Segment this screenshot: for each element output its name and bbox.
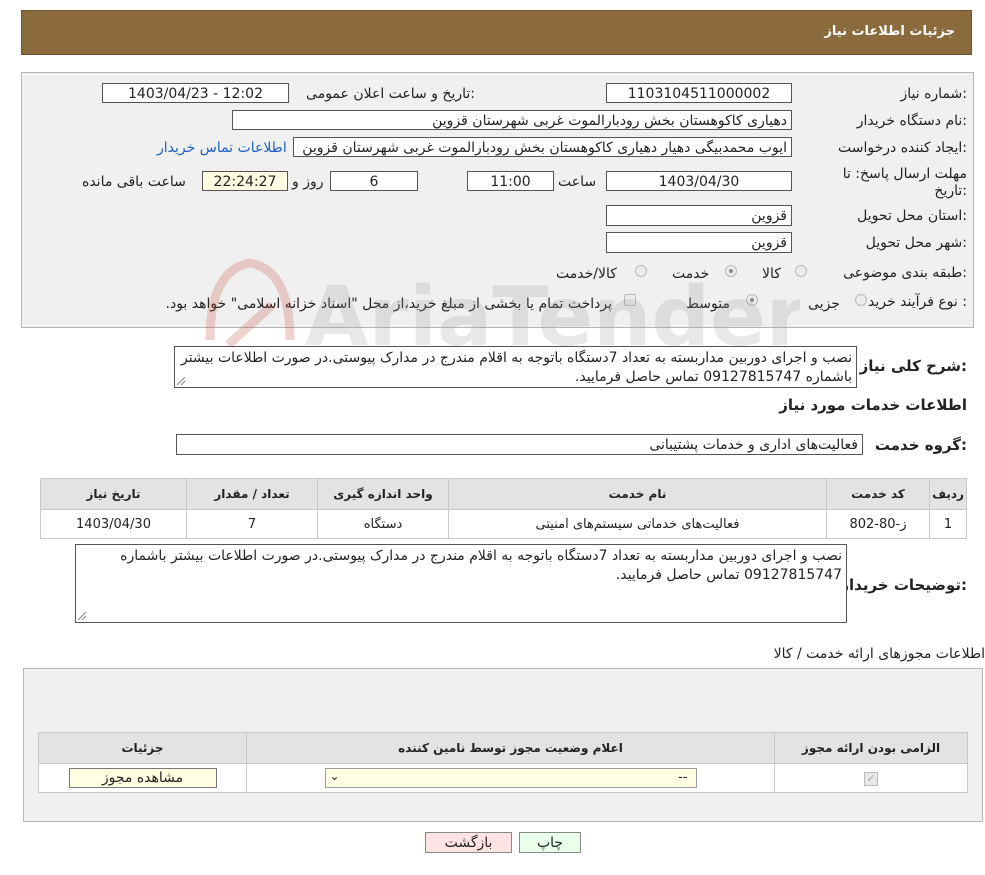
summary-textarea[interactable]: نصب و اجرای دوربین مداربسته به تعداد 7دس… — [174, 346, 857, 388]
service-group-field: فعالیت‌های اداری و خدمات پشتیبانی — [176, 434, 863, 455]
province-label: استان محل تحویل: — [857, 208, 967, 224]
category-radio-service[interactable] — [725, 265, 737, 277]
city-label: شهر محل تحویل: — [865, 235, 967, 251]
unit-cell: دستگاه — [317, 509, 449, 539]
category-label: طبقه بندی موضوعی: — [843, 265, 967, 281]
page-title: جزئیات اطلاعات نیاز — [824, 24, 955, 39]
buyer-notes-textarea[interactable]: نصب و اجرای دوربین مداربسته به تعداد 7دس… — [75, 544, 847, 623]
resize-grip-icon[interactable] — [177, 377, 185, 385]
need-date-cell: 1403/04/30 — [40, 509, 187, 539]
deadline-label-line2: تاریخ: — [934, 183, 967, 199]
deadline-label-line1: مهلت ارسال پاسخ: تا — [842, 166, 967, 182]
permit-required-checkbox: ✓ — [864, 771, 878, 786]
process-label: نوع فرآیند خرید : — [868, 294, 967, 310]
permit-required-cell: ✓ — [774, 763, 968, 793]
back-button[interactable]: بازگشت — [425, 832, 512, 853]
remaining-time-field: 22:24:27 — [202, 171, 288, 191]
buyer-org-label: نام دستگاه خریدار: — [856, 113, 967, 129]
deadline-time-field: 11:00 — [467, 171, 554, 191]
category-goods-label: کالا — [762, 266, 781, 282]
deadline-days-label: روز و — [292, 174, 324, 190]
permit-status-cell: ⌄ -- — [246, 763, 775, 793]
deadline-days-field: 6 — [330, 171, 418, 191]
table-row: 1 ز-80-802 فعالیت‌های خدماتی سیستم‌های ا… — [40, 509, 967, 539]
announce-date-field: 1403/04/23 - 12:02 — [102, 83, 289, 103]
buyer-notes-text: نصب و اجرای دوربین مداربسته به تعداد 7دس… — [120, 548, 842, 583]
service-code-cell: ز-80-802 — [826, 509, 930, 539]
category-service-label: خدمت — [672, 266, 710, 282]
deadline-date-field: 1403/04/30 — [606, 171, 792, 191]
view-permit-button[interactable]: مشاهده مجوز — [68, 768, 217, 788]
permit-required-header: الزامی بودن ارائه مجوز — [774, 732, 968, 764]
province-field: قزوین — [606, 205, 792, 226]
process-radio-medium[interactable] — [746, 294, 758, 306]
col-unit-header: واحد اندازه گیری — [317, 478, 449, 510]
permit-status-header: اعلام وضعیت مجوز توسط نامین کننده — [246, 732, 775, 764]
announce-date-label: تاریخ و ساعت اعلان عمومی: — [306, 86, 475, 102]
summary-text: نصب و اجرای دوربین مداربسته به تعداد 7دس… — [180, 350, 852, 385]
treasury-payment-note: پرداخت تمام یا بخشی از مبلغ خرید،از محل … — [165, 296, 612, 312]
permit-status-select[interactable]: ⌄ -- — [324, 768, 697, 788]
need-number-label: شماره نیاز: — [900, 86, 967, 102]
col-name-header: نام خدمت — [448, 478, 827, 510]
permits-table-header-row: الزامی بودن ارائه مجوز اعلام وضعیت مجوز … — [38, 732, 968, 764]
services-section-title: اطلاعات خدمات مورد نیاز — [779, 396, 967, 414]
col-code-header: کد خدمت — [826, 478, 930, 510]
process-minor-label: جزیی — [808, 296, 840, 312]
service-group-label: گروه خدمت: — [874, 436, 967, 454]
permits-section-title: اطلاعات مجوزهای ارائه خدمت / کالا — [773, 646, 985, 662]
quantity-cell: 7 — [186, 509, 318, 539]
print-button[interactable]: چاپ — [519, 832, 581, 853]
permits-table: الزامی بودن ارائه مجوز اعلام وضعیت مجوز … — [38, 732, 968, 793]
table-row: ✓ ⌄ -- مشاهده مجوز — [38, 763, 968, 793]
permit-details-cell: مشاهده مجوز — [38, 763, 247, 793]
service-name-cell: فعالیت‌های خدماتی سیستم‌های امنیتی — [448, 509, 827, 539]
process-radio-minor[interactable] — [855, 294, 867, 306]
remaining-time-label: ساعت باقی مانده — [82, 174, 186, 190]
permit-details-header: جزئیات — [38, 732, 247, 764]
chevron-down-icon: ⌄ — [329, 769, 340, 783]
service-table-header-row: ردیف کد خدمت نام خدمت واحد اندازه گیری ت… — [40, 478, 967, 510]
process-medium-label: متوسط — [686, 296, 730, 312]
category-radio-goods-service[interactable] — [635, 265, 647, 277]
page-header: جزئیات اطلاعات نیاز — [21, 10, 972, 55]
category-goods-service-label: کالا/خدمت — [556, 266, 617, 282]
resize-grip-icon[interactable] — [78, 612, 86, 620]
requester-field: ایوب محمدبیگی دهیار دهیاری کاکوهستان بخش… — [293, 137, 792, 157]
deadline-time-label: ساعت — [558, 174, 597, 190]
service-table: ردیف کد خدمت نام خدمت واحد اندازه گیری ت… — [40, 478, 967, 539]
col-row-header: ردیف — [929, 478, 967, 510]
treasury-payment-checkbox[interactable] — [624, 294, 636, 306]
buyer-org-field: دهیاری کاکوهستان بخش رودبارالموت غربی شه… — [232, 110, 792, 130]
col-qty-header: تعداد / مقدار — [186, 478, 318, 510]
col-date-header: تاریخ نیاز — [40, 478, 187, 510]
row-number-cell: 1 — [929, 509, 967, 539]
category-radio-goods[interactable] — [795, 265, 807, 277]
buyer-contact-link[interactable]: اطلاعات تماس خریدار — [157, 140, 287, 156]
requester-label: ایجاد کننده درخواست: — [838, 140, 967, 156]
buyer-notes-label: توضیحات خریدار: — [840, 576, 967, 594]
summary-label: شرح کلی نیاز: — [859, 357, 967, 375]
need-number-field: 1103104511000002 — [606, 83, 792, 103]
permit-status-value: -- — [678, 770, 688, 785]
city-field: قزوین — [606, 232, 792, 253]
